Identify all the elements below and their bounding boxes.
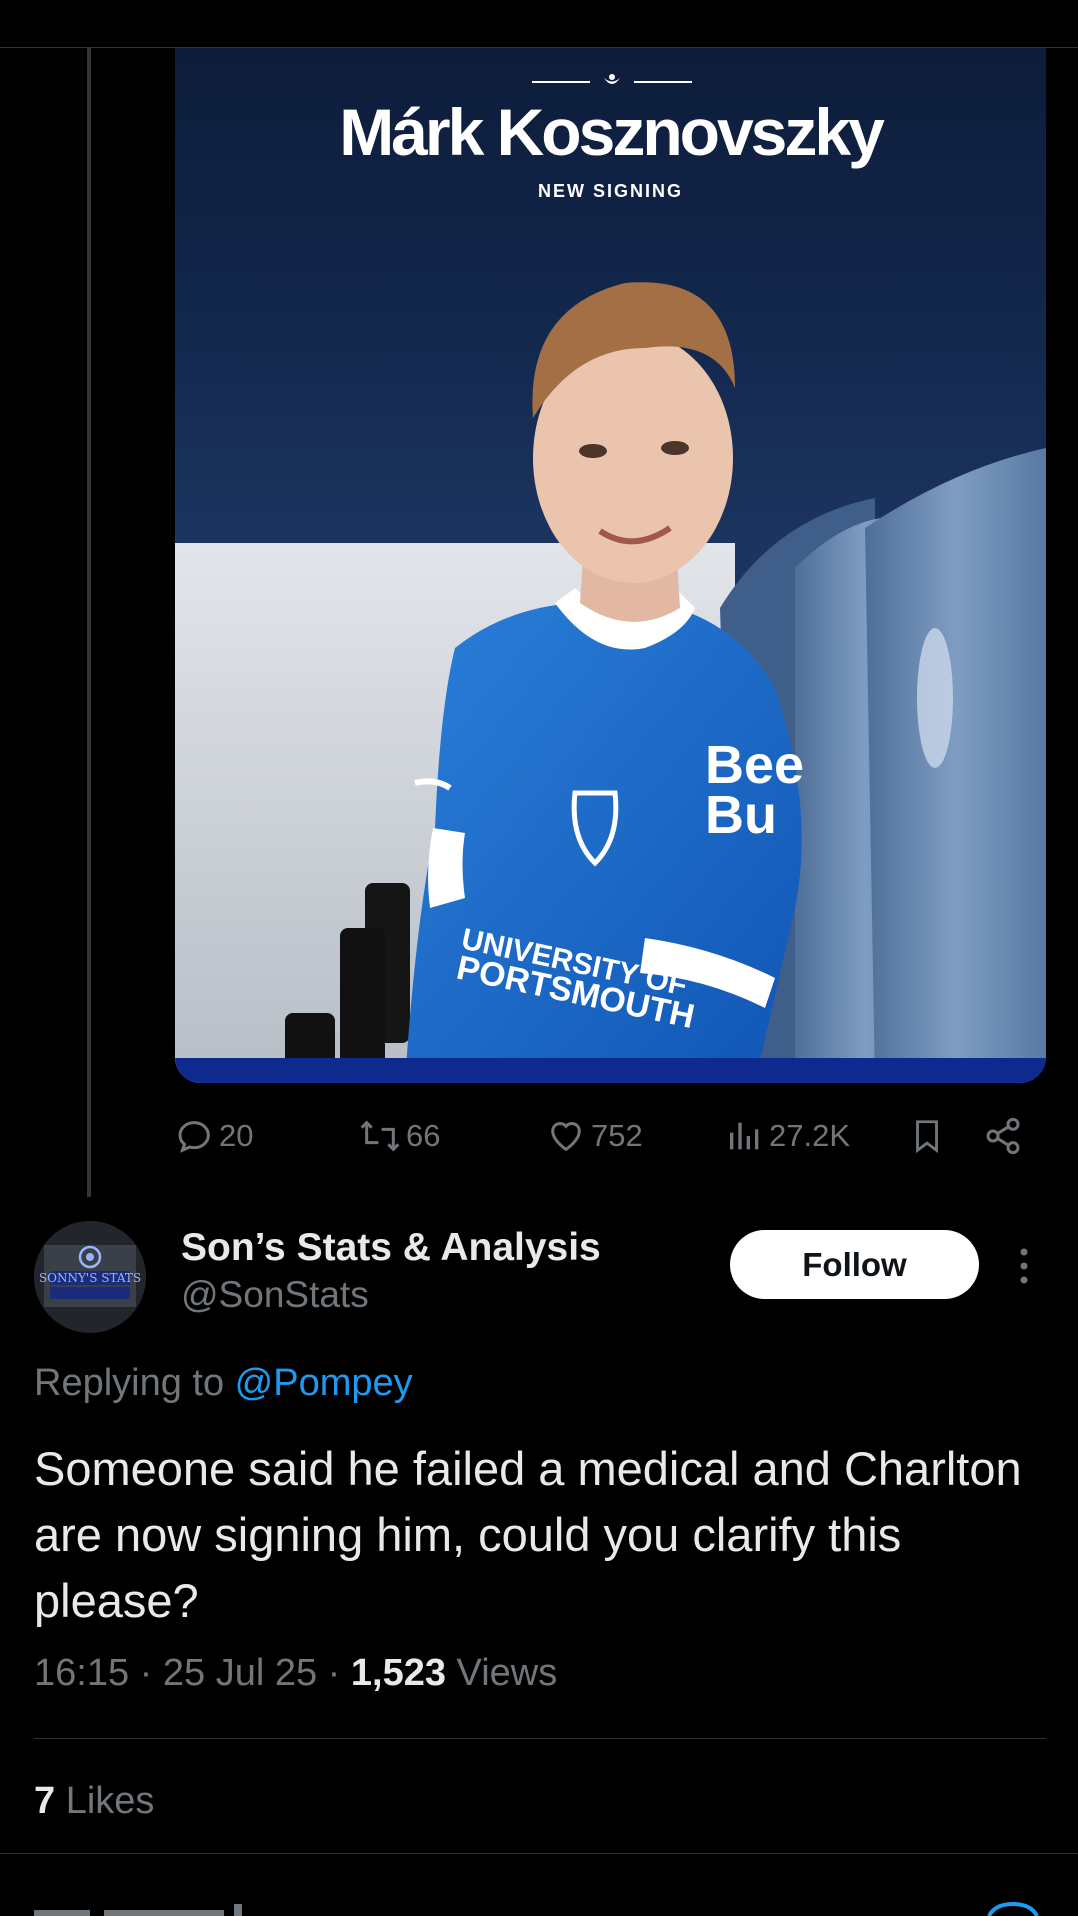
bookmark-icon	[916, 1120, 938, 1154]
divider	[0, 1853, 1078, 1854]
views-icon	[730, 1122, 759, 1150]
avatar-text: SONNY'S STATS	[39, 1271, 141, 1285]
tweet-text: Someone said he failed a medical and Cha…	[34, 1442, 1022, 1627]
repost-icon	[360, 1120, 400, 1152]
replying-to-line: Replying to @Pompey	[34, 1362, 413, 1405]
tweet-media-image[interactable]: Bee Bu UNIVERSITY OF PORTSMOUTH Márk Kos…	[175, 48, 1046, 1083]
repost-button[interactable]: 66	[358, 1108, 440, 1164]
more-options-icon[interactable]	[1010, 1244, 1038, 1288]
svg-text:Bu: Bu	[705, 785, 777, 845]
tweet-time[interactable]: 16:15	[34, 1652, 129, 1694]
like-button[interactable]: 752	[545, 1108, 643, 1164]
replying-prefix: Replying to	[34, 1362, 235, 1404]
follow-button[interactable]: Follow	[730, 1230, 979, 1299]
author-handle[interactable]: @SonStats	[181, 1274, 369, 1316]
avatar[interactable]: SONNY'S STATS	[34, 1221, 146, 1333]
views-total: 1,523	[350, 1652, 446, 1694]
author-name[interactable]: Son’s Stats & Analysis	[181, 1226, 601, 1270]
tweet-date[interactable]: 25 Jul 25	[163, 1652, 317, 1694]
views-label: Views	[445, 1652, 558, 1694]
divider	[34, 1738, 1046, 1739]
repost-count: 66	[406, 1118, 441, 1153]
share-button[interactable]	[983, 1108, 1023, 1164]
media-bottom-bar	[175, 1058, 1046, 1083]
tweet-action-bar: 20 66 752 27.2K	[175, 1108, 1046, 1164]
thread-connector-line	[87, 47, 91, 1197]
tweet-meta: 16:15 · 25 Jul 25 · 1,523 Views	[34, 1652, 558, 1694]
crescent-star-ornament	[532, 74, 692, 84]
heart-icon	[551, 1122, 581, 1152]
reply-icon	[178, 1121, 210, 1153]
likes-count: 7	[34, 1780, 56, 1822]
reply-button[interactable]: 20	[175, 1108, 253, 1164]
share-icon	[986, 1117, 1020, 1155]
next-section-peek	[34, 1904, 242, 1916]
views-count: 27.2K	[769, 1118, 851, 1153]
sonnys-stats-logo-icon: SONNY'S STATS	[34, 1221, 146, 1333]
like-count: 752	[591, 1118, 643, 1153]
media-subtitle: NEW SIGNING	[537, 181, 683, 201]
likes-summary[interactable]: 7 Likes	[34, 1780, 154, 1823]
partial-icon	[987, 1901, 1039, 1916]
likes-label: Likes	[55, 1780, 155, 1822]
replying-mention-link[interactable]: @Pompey	[235, 1362, 413, 1404]
bookmark-button[interactable]	[908, 1108, 946, 1164]
top-bar	[0, 0, 1078, 48]
views-button[interactable]: 27.2K	[725, 1108, 850, 1164]
reply-count: 20	[219, 1118, 254, 1153]
media-title: Márk Kosznovszky	[339, 95, 885, 169]
player-photo: Bee Bu UNIVERSITY OF PORTSMOUTH	[175, 282, 1046, 1083]
